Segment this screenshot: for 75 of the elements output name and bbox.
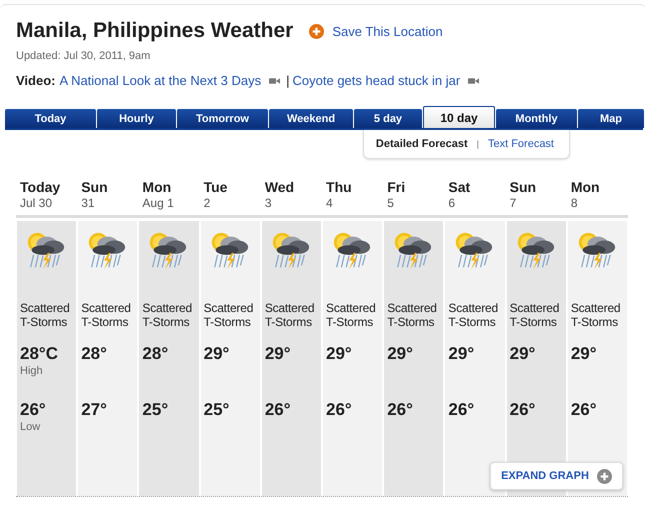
day-date: 6 — [448, 196, 456, 210]
condition-text: Scattered T-Storms — [20, 301, 71, 329]
day-date: 7 — [510, 196, 518, 210]
video-label: Video: — [16, 73, 56, 88]
day-name: Mon — [570, 179, 601, 196]
subtab-link[interactable]: Text Forecast — [488, 138, 554, 150]
video-link[interactable]: Coyote gets head stuck in jar — [292, 73, 460, 88]
high-temperature: 29° — [264, 344, 292, 364]
day-name: Tue — [204, 179, 228, 196]
video-camera-icon — [468, 76, 480, 84]
day-name: Sun — [510, 179, 538, 196]
condition-text: Scattered T-Storms — [570, 301, 622, 329]
separator: | — [286, 73, 290, 88]
condition-text: Scattered T-Storms — [387, 301, 438, 329]
day-name: Mon — [142, 179, 172, 196]
updated-time: Updated: Jul 30, 2011, 9am — [16, 50, 152, 62]
low-temperature: 26° — [387, 400, 414, 420]
condition-text: Scattered T-Storms — [510, 301, 560, 329]
forecast-tab[interactable]: Weekend — [269, 109, 353, 128]
day-date: 8 — [570, 196, 579, 210]
day-date: 4 — [326, 196, 334, 210]
high-temperature: 28° — [81, 344, 108, 364]
forecast-tab[interactable]: Monthly — [496, 109, 577, 128]
forecast-tab[interactable]: Today — [5, 109, 96, 128]
high-temperature: 28° — [142, 344, 170, 364]
low-temperature: 27° — [81, 400, 108, 420]
plus-icon — [309, 24, 324, 38]
high-temperature: 29° — [448, 344, 476, 364]
forecast-tab[interactable]: Hourly — [97, 109, 176, 128]
low-temperature: 25° — [142, 400, 170, 420]
forecast-tab[interactable]: Tomorrow — [177, 109, 268, 128]
low-temperature: 26° — [264, 400, 292, 420]
day-name: Wed — [264, 179, 296, 196]
high-temperature: 28°C — [20, 344, 59, 364]
day-name: Sat — [448, 179, 472, 196]
day-date: 5 — [387, 196, 395, 210]
low-temperature: 26° — [510, 400, 536, 420]
forecast-tab[interactable]: 10 day — [423, 106, 495, 128]
high-temperature: 29° — [204, 344, 230, 364]
day-date: Jul 30 — [20, 196, 54, 210]
video-link[interactable]: A National Look at the Next 3 Days — [60, 73, 262, 88]
high-temperature: 29° — [510, 344, 536, 364]
high-label: High — [20, 364, 44, 378]
day-name: Thu — [326, 179, 353, 196]
condition-text: Scattered T-Storms — [326, 301, 377, 329]
subtab-link[interactable]: Detailed Forecast — [376, 138, 468, 150]
day-date: 3 — [264, 196, 272, 210]
condition-text: Scattered T-Storms — [81, 301, 132, 329]
low-temperature: 26° — [448, 400, 476, 420]
condition-text: Scattered T-Storms — [448, 301, 499, 329]
day-date: 31 — [81, 196, 96, 210]
page-title: Manila, Philippines Weather — [16, 18, 294, 44]
day-date: 2 — [204, 196, 212, 210]
high-temperature: 29° — [326, 344, 353, 364]
low-temperature: 26° — [570, 400, 598, 420]
condition-text: Scattered T-Storms — [264, 301, 316, 329]
day-name: Today — [20, 179, 62, 196]
video-camera-icon — [269, 76, 280, 84]
expand-graph-button[interactable]: EXPAND GRAPH — [490, 462, 623, 490]
separator: | — [476, 139, 479, 149]
day-name: Fri — [387, 179, 406, 196]
condition-text: Scattered T-Storms — [142, 301, 193, 329]
high-temperature: 29° — [570, 344, 598, 364]
save-location-link[interactable]: Save This Location — [309, 24, 443, 38]
forecast-tab[interactable]: Map — [578, 109, 644, 128]
condition-text: Scattered T-Storms — [204, 301, 254, 329]
low-temperature: 26° — [326, 400, 353, 420]
forecast-tab[interactable]: 5 day — [354, 109, 422, 128]
low-temperature: 26° — [20, 400, 47, 420]
low-temperature: 25° — [204, 400, 230, 420]
day-name: Sun — [81, 179, 109, 196]
plus-icon — [596, 468, 612, 484]
high-temperature: 29° — [387, 344, 414, 364]
day-date: Aug 1 — [142, 196, 175, 210]
low-label: Low — [20, 420, 42, 434]
